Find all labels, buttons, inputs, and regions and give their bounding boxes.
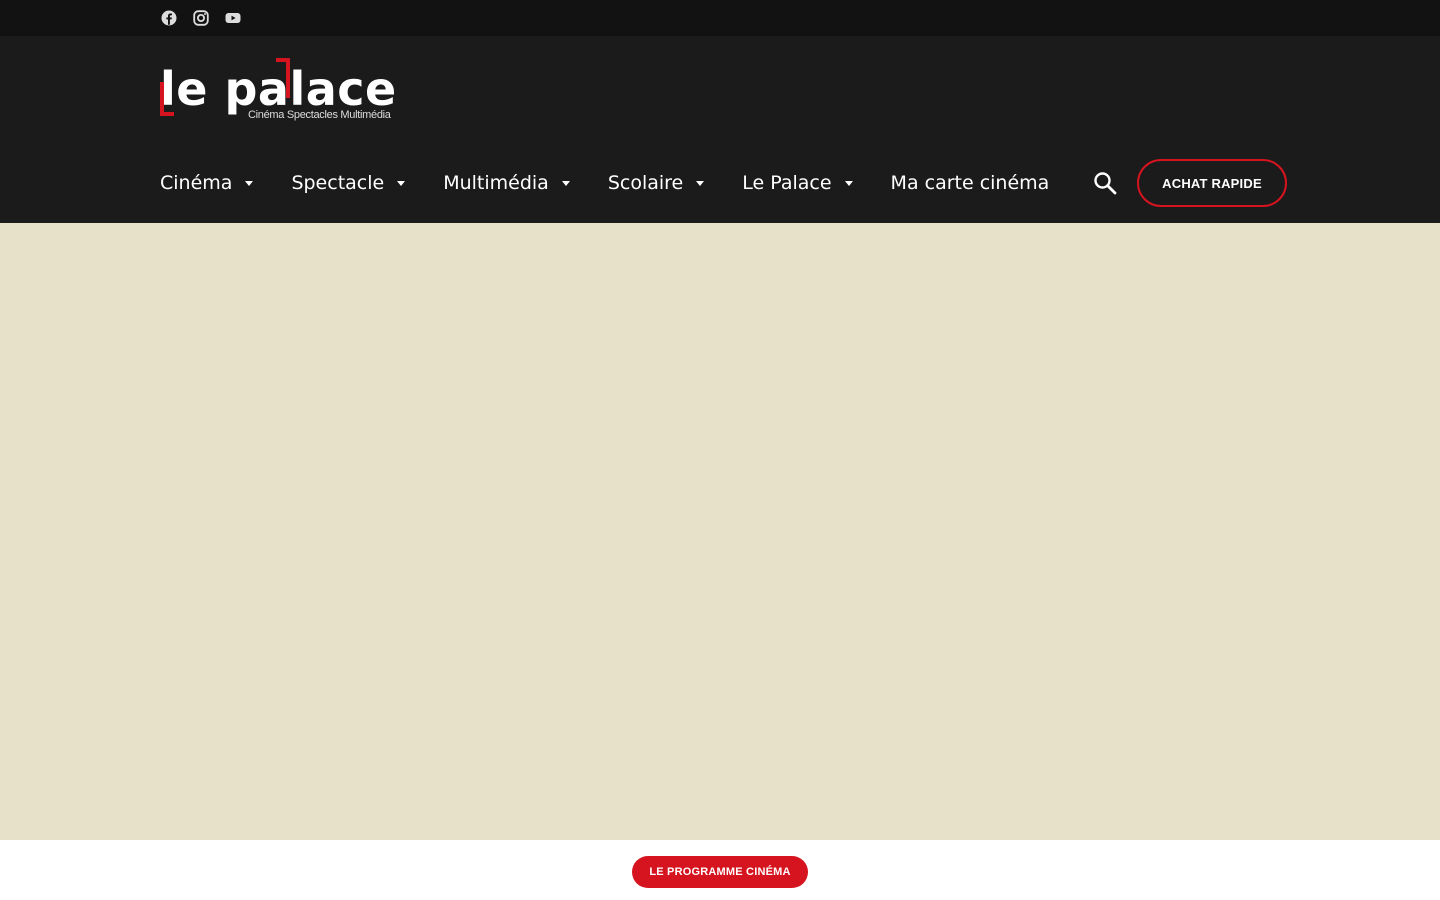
nav-item-label: Scolaire	[607, 172, 684, 194]
search-icon	[1094, 172, 1117, 195]
programme-cinema-button[interactable]: LE PROGRAMME CINÉMA	[632, 856, 808, 888]
nav-item-label: Ma carte cinéma	[890, 172, 1050, 194]
nav-item-cinema[interactable]: Cinéma	[160, 169, 254, 197]
nav-item-ma-carte-cinema[interactable]: Ma carte cinéma	[891, 169, 1050, 197]
logo-bracket-right	[276, 58, 290, 98]
site-logo[interactable]: le palace Cinéma Spectacles Multimédia	[160, 56, 400, 126]
logo-bracket-left	[160, 82, 174, 116]
youtube-link[interactable]	[224, 9, 242, 27]
instagram-icon	[193, 10, 209, 26]
hero-area	[0, 223, 1440, 840]
nav-item-label: Cinéma	[160, 172, 233, 194]
nav-item-multimedia[interactable]: Multimédia	[443, 169, 570, 197]
caret-down-icon	[245, 181, 254, 186]
nav-item-label: Le Palace	[742, 172, 832, 194]
achat-rapide-button[interactable]: ACHAT RAPIDE	[1137, 159, 1287, 207]
logo-tagline: Cinéma Spectacles Multimédia	[248, 109, 391, 121]
site-header: le palace Cinéma Spectacles Multimédia C…	[0, 36, 1440, 223]
nav-item-spectacle[interactable]: Spectacle	[291, 169, 406, 197]
facebook-link[interactable]	[160, 9, 178, 27]
caret-down-icon	[696, 181, 705, 186]
main-nav: Cinéma Spectacle Multimédia Scolaire Le …	[160, 169, 1049, 197]
nav-item-label: Multimédia	[443, 172, 549, 194]
nav-item-label: Spectacle	[291, 172, 385, 194]
top-bar	[0, 0, 1440, 36]
caret-down-icon	[397, 181, 406, 186]
search-button[interactable]	[1092, 170, 1118, 196]
social-links	[160, 9, 242, 27]
nav-item-le-palace[interactable]: Le Palace	[742, 169, 853, 197]
bottom-bar: LE PROGRAMME CINÉMA	[0, 840, 1440, 900]
caret-down-icon	[844, 181, 853, 186]
caret-down-icon	[561, 181, 570, 186]
youtube-icon	[225, 13, 241, 23]
nav-item-scolaire[interactable]: Scolaire	[607, 169, 705, 197]
instagram-link[interactable]	[192, 9, 210, 27]
facebook-icon	[161, 10, 177, 26]
